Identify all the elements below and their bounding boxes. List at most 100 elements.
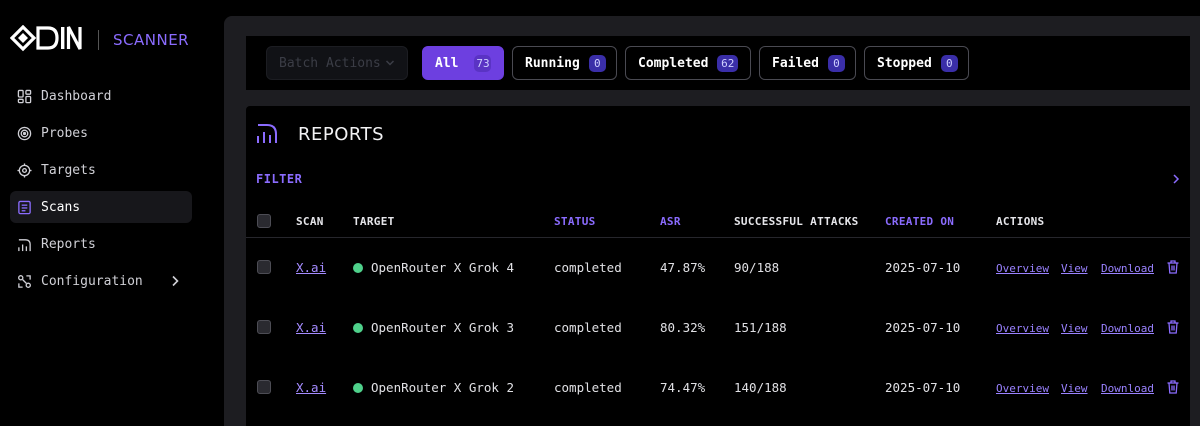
sidebar-item-reports[interactable]: Reports (10, 228, 192, 260)
created-on-cell: 2025-07-10 (885, 380, 961, 395)
filter-tab-completed[interactable]: Completed 62 (625, 46, 751, 80)
filter-tab-running[interactable]: Running 0 (512, 46, 617, 80)
batch-actions-label: Batch Actions (279, 55, 381, 71)
chevron-down-icon (385, 56, 395, 71)
column-header-target[interactable]: TARGET (353, 215, 395, 228)
count-badge: 73 (474, 54, 492, 72)
filter-tab-label: Failed (772, 55, 819, 71)
filter-label: FILTER (256, 172, 303, 186)
status-cell: completed (554, 260, 622, 275)
download-link[interactable]: Download (1101, 262, 1154, 275)
brand-subtitle: SCANNER (113, 31, 190, 49)
table-row: X.ai OpenRouter X Grok 3 completed 80.32… (246, 298, 1190, 358)
status-dot (353, 383, 363, 393)
asr-cell: 74.47% (660, 380, 706, 395)
status-dot (353, 323, 363, 333)
target-cell: OpenRouter X Grok 4 (353, 260, 514, 275)
reports-icon (16, 236, 32, 252)
reports-panel: REPORTS FILTER SCAN TARGET STATUS ASR SU… (246, 106, 1190, 426)
table-row: X.ai OpenRouter X Grok 4 completed 47.87… (246, 238, 1190, 298)
probe-icon (16, 125, 32, 141)
created-on-cell: 2025-07-10 (885, 260, 961, 275)
table-row: X.ai OpenRouter X Grok 2 completed 74.47… (246, 358, 1190, 418)
target-name: OpenRouter X Grok 3 (371, 320, 514, 335)
table-header: SCAN TARGET STATUS ASR SUCCESSFUL ATTACK… (246, 206, 1190, 238)
sidebar-item-label: Probes (41, 125, 88, 141)
sidebar-item-label: Reports (41, 236, 96, 252)
row-checkbox[interactable] (257, 320, 271, 334)
column-header-actions: ACTIONS (996, 215, 1045, 228)
asr-cell: 80.32% (660, 320, 706, 335)
sidebar-item-label: Dashboard (41, 88, 112, 104)
sidebar-item-dashboard[interactable]: Dashboard (10, 80, 192, 112)
target-cell: OpenRouter X Grok 3 (353, 320, 514, 335)
reports-icon (256, 120, 278, 148)
filter-tab-failed[interactable]: Failed 0 (759, 46, 856, 80)
overview-link[interactable]: Overview (996, 262, 1049, 275)
config-icon (16, 273, 32, 289)
sidebar: SCANNER Dashboard Probes Targets Scans R… (0, 0, 208, 426)
download-link[interactable]: Download (1101, 322, 1154, 335)
overview-link[interactable]: Overview (996, 322, 1049, 335)
overview-link[interactable]: Overview (996, 382, 1049, 395)
scan-link[interactable]: X.ai (296, 260, 326, 275)
count-badge: 0 (940, 54, 958, 72)
view-link[interactable]: View (1061, 262, 1088, 275)
filter-tab-stopped[interactable]: Stopped 0 (864, 46, 969, 80)
column-header-status[interactable]: STATUS (554, 215, 596, 228)
column-header-asr[interactable]: ASR (660, 215, 681, 228)
dashboard-icon (16, 88, 32, 104)
target-name: OpenRouter X Grok 2 (371, 380, 514, 395)
asr-cell: 47.87% (660, 260, 706, 275)
chevron-right-icon (1172, 170, 1180, 189)
sidebar-nav: Dashboard Probes Targets Scans Reports C… (10, 80, 192, 302)
filter-toggle[interactable]: FILTER (256, 170, 1180, 188)
trash-icon[interactable] (1167, 259, 1179, 278)
created-on-cell: 2025-07-10 (885, 320, 961, 335)
trash-icon[interactable] (1167, 319, 1179, 338)
chevron-right-icon (170, 275, 180, 287)
trash-icon[interactable] (1167, 379, 1179, 398)
scans-icon (16, 199, 32, 215)
download-link[interactable]: Download (1101, 382, 1154, 395)
filter-tab-all[interactable]: All 73 (422, 46, 504, 80)
view-link[interactable]: View (1061, 382, 1088, 395)
sidebar-item-scans[interactable]: Scans (10, 191, 192, 223)
row-checkbox[interactable] (257, 380, 271, 394)
row-checkbox[interactable] (257, 260, 271, 274)
target-cell: OpenRouter X Grok 2 (353, 380, 514, 395)
successful-attacks-cell: 90/188 (734, 260, 780, 275)
scan-link[interactable]: X.ai (296, 380, 326, 395)
select-all-checkbox[interactable] (257, 214, 271, 228)
column-header-scan[interactable]: SCAN (296, 215, 324, 228)
successful-attacks-cell: 151/188 (734, 320, 787, 335)
page-title: REPORTS (298, 123, 385, 145)
target-icon (16, 162, 32, 178)
brand-logo-icon (10, 25, 82, 52)
main-content: Batch Actions All 73 Running 0 Completed… (224, 16, 1200, 426)
logo-divider (98, 30, 99, 50)
column-header-created-on[interactable]: CREATED ON (885, 215, 954, 228)
count-badge: 62 (717, 54, 738, 72)
filter-toolbar: Batch Actions All 73 Running 0 Completed… (246, 36, 1190, 90)
sidebar-item-probes[interactable]: Probes (10, 117, 192, 149)
filter-tab-label: Completed (638, 55, 709, 71)
target-name: OpenRouter X Grok 4 (371, 260, 514, 275)
sidebar-item-label: Scans (41, 199, 81, 215)
sidebar-item-configuration[interactable]: Configuration (10, 265, 192, 297)
batch-actions-dropdown[interactable]: Batch Actions (266, 46, 408, 80)
filter-tab-label: Stopped (877, 55, 932, 71)
count-badge: 0 (588, 54, 606, 72)
logo[interactable]: SCANNER (10, 24, 189, 56)
reports-header: REPORTS (256, 120, 384, 148)
sidebar-item-label: Targets (41, 162, 96, 178)
successful-attacks-cell: 140/188 (734, 380, 787, 395)
count-badge: 0 (827, 54, 845, 72)
sidebar-item-label: Configuration (41, 273, 143, 289)
sidebar-item-targets[interactable]: Targets (10, 154, 192, 186)
status-dot (353, 263, 363, 273)
scan-link[interactable]: X.ai (296, 320, 326, 335)
view-link[interactable]: View (1061, 322, 1088, 335)
status-cell: completed (554, 380, 622, 395)
column-header-successful-attacks[interactable]: SUCCESSFUL ATTACKS (734, 215, 859, 228)
